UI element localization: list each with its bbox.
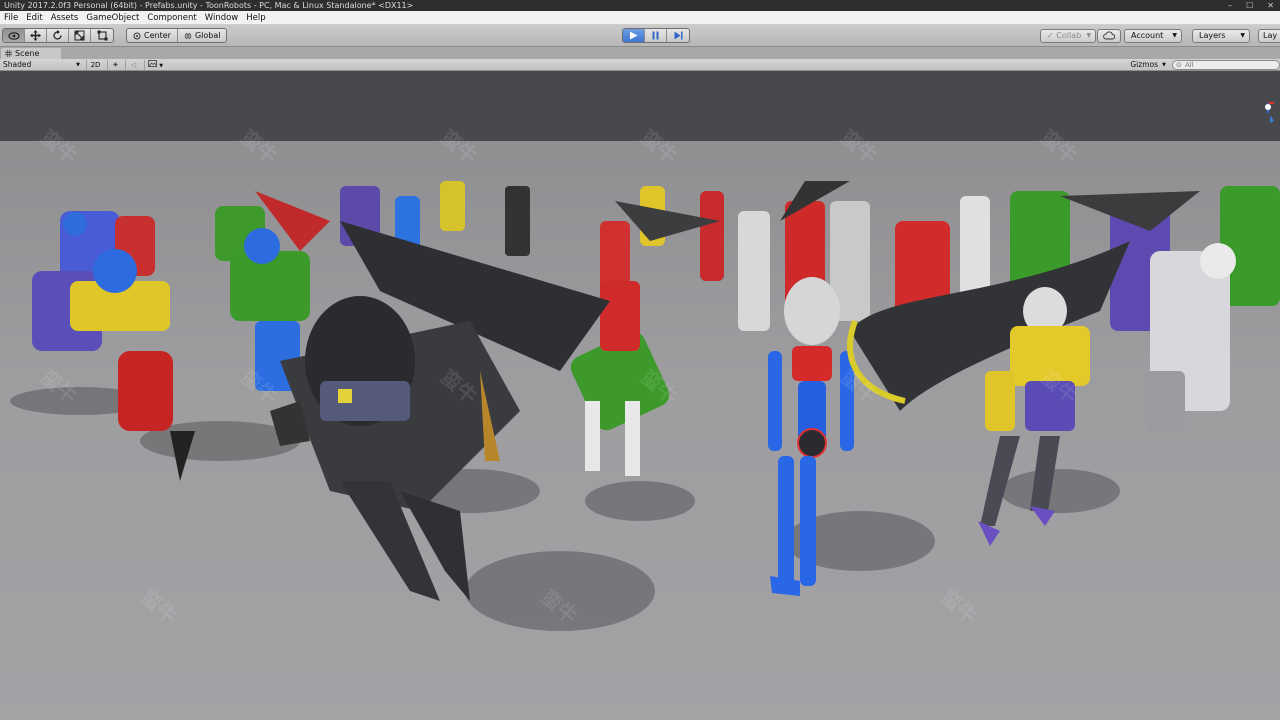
scale-icon — [74, 30, 85, 41]
robot-shadows — [10, 387, 1120, 631]
move-tool-button[interactable] — [25, 29, 47, 42]
pivot-mode-button[interactable]: Center — [127, 29, 178, 42]
pivot-toggles: Center Global — [126, 28, 228, 43]
toggle-2d-button[interactable]: 2D — [86, 60, 104, 70]
chevron-down-icon: ▼ — [1240, 32, 1245, 39]
hand-tool-button[interactable] — [3, 29, 25, 42]
gizmos-label: Gizmos — [1130, 60, 1158, 69]
scene-viewport[interactable]: 蛮牛 蛮牛 蛮牛 蛮牛 蛮牛 蛮牛 蛮牛 蛮牛 蛮牛 蛮牛 蛮牛 蛮牛 蛮牛 蛮… — [0, 71, 1280, 720]
account-dropdown[interactable]: Account ▼ — [1124, 29, 1182, 43]
robot-crowd — [10, 181, 1280, 631]
pivot-rotation-label: Global — [194, 31, 221, 40]
scene-tab-label: Scene — [15, 49, 40, 58]
scene-search-input[interactable]: ⊙ All — [1172, 60, 1280, 70]
collab-check-icon: ✓ — [1047, 31, 1054, 40]
transform-tools — [2, 28, 114, 43]
chevron-down-icon: ▼ — [76, 62, 80, 68]
collab-dropdown[interactable]: ✓ Collab ▼ — [1040, 29, 1097, 43]
menu-assets[interactable]: Assets — [47, 11, 83, 25]
orientation-gizmo[interactable] — [1260, 99, 1278, 129]
maximize-icon[interactable]: ☐ — [1246, 0, 1253, 11]
move-icon — [30, 30, 41, 41]
scale-tool-button[interactable] — [69, 29, 91, 42]
account-label: Account — [1131, 31, 1164, 40]
layers-label: Layers — [1199, 31, 1226, 40]
layout-label: Lay — [1263, 31, 1278, 40]
window-title: Unity 2017.2.0f3 Personal (64bit) - Pref… — [4, 1, 414, 10]
pivot-rotation-button[interactable]: Global — [178, 29, 227, 42]
search-icon: ⊙ — [1176, 61, 1182, 69]
scene-tab-strip: Scene — [0, 47, 1280, 59]
gizmos-dropdown[interactable]: Gizmos ▼ — [1112, 60, 1168, 70]
pause-icon — [652, 31, 659, 40]
hand-icon — [7, 31, 20, 40]
layers-dropdown[interactable]: Layers ▼ — [1192, 29, 1250, 43]
menu-component[interactable]: Component — [143, 11, 200, 25]
search-placeholder: All — [1185, 61, 1194, 69]
rotate-icon — [53, 30, 62, 40]
robot-black-mech — [270, 221, 610, 601]
play-button[interactable] — [623, 29, 645, 42]
chevron-down-icon: ▼ — [1086, 32, 1092, 39]
window-title-bar: Unity 2017.2.0f3 Personal (64bit) - Pref… — [0, 0, 1280, 11]
close-icon[interactable]: ✕ — [1267, 0, 1274, 11]
minimize-icon[interactable]: – — [1228, 0, 1232, 11]
pivot-mode-label: Center — [144, 31, 171, 40]
layout-dropdown[interactable]: Lay — [1258, 29, 1280, 43]
chevron-down-icon: ▼ — [1172, 32, 1177, 39]
menu-gameobject[interactable]: GameObject — [82, 11, 143, 25]
scene-view-toolbar: Shaded ▼ 2D ☀ ◁ ▼ Gizmos ▼ ⊙ All — [0, 59, 1280, 71]
window-controls: – ☐ ✕ — [1228, 0, 1274, 11]
effects-dropdown[interactable]: ▼ — [144, 60, 166, 70]
globe-icon — [184, 32, 192, 39]
speaker-icon: ◁ — [130, 61, 137, 69]
mode-2d-label: 2D — [90, 61, 101, 69]
shading-mode-label: Shaded — [3, 60, 32, 69]
step-button[interactable] — [667, 29, 689, 42]
cloud-button[interactable] — [1097, 29, 1121, 43]
menu-file[interactable]: File — [0, 11, 22, 25]
rotate-tool-button[interactable] — [47, 29, 69, 42]
chevron-down-icon: ▼ — [1162, 62, 1166, 68]
rect-transform-icon — [97, 30, 107, 41]
pause-button[interactable] — [645, 29, 667, 42]
scene-tab[interactable]: Scene — [1, 48, 61, 59]
cloud-icon — [1103, 31, 1116, 40]
menu-window[interactable]: Window — [201, 11, 243, 25]
menu-bar: File Edit Assets GameObject Component Wi… — [0, 11, 1280, 25]
main-toolbar: Center Global ✓ Collab ▼ Account ▼ Layer… — [0, 25, 1280, 47]
scene-grid-icon — [5, 50, 12, 57]
step-icon — [674, 31, 682, 40]
play-icon — [630, 31, 638, 40]
chevron-down-icon: ▼ — [159, 63, 164, 69]
shading-mode-dropdown[interactable]: Shaded ▼ — [0, 60, 82, 70]
collab-label: Collab — [1056, 31, 1082, 40]
menu-edit[interactable]: Edit — [22, 11, 46, 25]
menu-help[interactable]: Help — [242, 11, 269, 25]
play-controls — [622, 28, 690, 43]
rect-tool-button[interactable] — [91, 29, 113, 42]
image-icon — [148, 60, 157, 67]
pivot-center-icon — [133, 32, 141, 39]
sun-icon: ☀ — [112, 61, 119, 69]
lighting-toggle-button[interactable]: ☀ — [107, 60, 123, 70]
audio-toggle-button[interactable]: ◁ — [125, 60, 141, 70]
